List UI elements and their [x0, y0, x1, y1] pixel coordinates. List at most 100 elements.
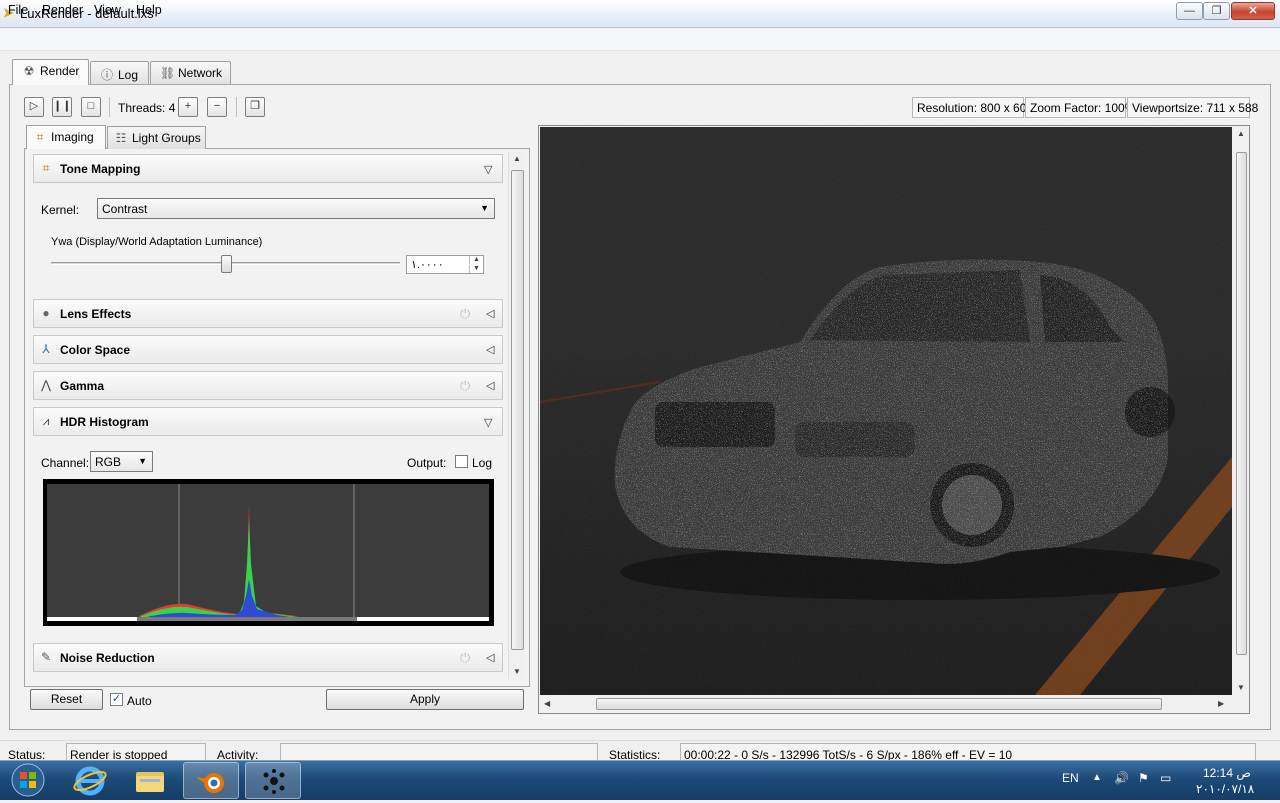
blender-icon [196, 773, 224, 793]
checkmark-icon: ✓ [111, 693, 122, 705]
scroll-thumb[interactable] [596, 698, 1162, 710]
color-space-header[interactable]: ⅄ Color Space ◁ [33, 335, 503, 364]
window-title: LuxRender - default.lxs [20, 6, 154, 21]
network-tray-icon[interactable]: ▭ [1160, 771, 1171, 785]
imaging-scrollbar[interactable]: ▲ ▼ [508, 152, 525, 679]
render-image[interactable] [540, 127, 1232, 695]
expand-icon[interactable]: ◁ [486, 343, 494, 356]
maximize-button[interactable]: ❐ [1203, 2, 1230, 20]
tab-network[interactable]: ⛓ Network [150, 61, 231, 84]
scroll-thumb[interactable] [511, 170, 524, 650]
expand-icon[interactable]: ◁ [486, 307, 494, 320]
brush-icon: ✎ [40, 650, 52, 664]
power-icon[interactable]: ⏻ [460, 378, 470, 394]
collapse-icon[interactable]: ▽ [484, 163, 492, 176]
render-noise-background [540, 127, 1232, 695]
tab-log[interactable]: ⓘ Log [90, 61, 149, 84]
apply-button[interactable]: Apply [326, 689, 524, 710]
channel-select[interactable]: RGB ▼ [90, 451, 153, 472]
log-label: Log [472, 456, 493, 470]
luxrender-app-icon [263, 769, 285, 794]
tab-light-groups[interactable]: ☷ Light Groups [107, 126, 206, 149]
power-icon[interactable]: ⏻ [460, 650, 470, 666]
menu-render[interactable]: Render [42, 3, 83, 17]
noise-reduction-header[interactable]: ✎ Noise Reduction ⏻ ◁ [33, 643, 503, 672]
menu-help[interactable]: Help [136, 3, 162, 17]
copy-to-clipboard-button[interactable]: ❐ [245, 97, 265, 117]
taskbar-blender-button[interactable] [183, 762, 239, 799]
scroll-right-icon[interactable]: ▶ [1218, 699, 1224, 708]
power-icon[interactable]: ⏻ [460, 306, 470, 322]
spin-up-icon[interactable]: ▲ [469, 256, 483, 264]
scroll-up-icon[interactable]: ▲ [1237, 129, 1245, 138]
reset-button[interactable]: Reset [30, 689, 103, 710]
lens-effects-header[interactable]: ● Lens Effects ⏻ ◁ [33, 299, 503, 328]
clipboard-icon: ❐ [250, 100, 260, 112]
expand-icon[interactable]: ◁ [486, 379, 494, 392]
action-center-flag-icon[interactable]: ⚑ [1138, 771, 1149, 785]
render-horizontal-scrollbar[interactable]: ◀ ▶ [540, 696, 1232, 712]
scroll-up-icon[interactable]: ▲ [513, 154, 521, 163]
pause-render-button[interactable]: ❙❙ [52, 97, 72, 117]
stop-render-button[interactable]: □ [81, 97, 101, 117]
start-render-button[interactable]: ▷ [24, 97, 44, 117]
spin-down-icon[interactable]: ▼ [469, 265, 483, 273]
show-hidden-icons-icon[interactable]: ▲ [1092, 772, 1102, 783]
volume-icon[interactable]: 🔊 [1114, 771, 1129, 785]
clock-time[interactable]: 12:14 ص [1203, 766, 1251, 780]
menu-file[interactable]: File [8, 3, 28, 17]
remove-thread-button[interactable]: − [207, 97, 227, 117]
tab-render[interactable]: ☢ Render [12, 59, 89, 85]
ywa-slider-handle[interactable] [221, 255, 232, 273]
tone-mapping-header[interactable]: ⌗ Tone Mapping ▽ [33, 154, 503, 183]
gamma-header[interactable]: ⋀ Gamma ⏻ ◁ [33, 371, 503, 400]
color-space-icon: ⅄ [42, 342, 50, 356]
gamma-title: Gamma [60, 379, 105, 393]
language-indicator[interactable]: EN [1062, 771, 1079, 785]
toolbar-separator [109, 97, 110, 117]
lens-effects-title: Lens Effects [60, 307, 132, 321]
ywa-spinbox[interactable]: ١.٠٠٠٠ ▲ ▼ [406, 255, 484, 274]
kernel-select[interactable]: Contrast ▼ [97, 198, 495, 219]
chevron-down-icon: ▼ [138, 456, 147, 466]
output-label: Output: [407, 456, 447, 470]
tab-render-label: Render [40, 64, 80, 78]
scroll-down-icon[interactable]: ▼ [1237, 683, 1245, 692]
color-space-title: Color Space [60, 343, 131, 357]
channel-label: Channel: [41, 456, 90, 470]
auto-checkbox[interactable]: ✓ [110, 693, 123, 706]
noise-reduction-title: Noise Reduction [60, 651, 155, 665]
hdr-histogram-header[interactable]: ⩘ HDR Histogram ▽ [33, 407, 503, 436]
minimize-button[interactable]: — [1176, 2, 1203, 20]
start-button[interactable] [2, 762, 54, 799]
scroll-thumb[interactable] [1236, 152, 1247, 655]
play-icon: ▷ [29, 100, 39, 112]
radiation-icon: ☢ [23, 64, 35, 78]
windows-logo-icon [11, 763, 45, 797]
menu-view[interactable]: View [94, 3, 121, 17]
frame-icon: ⌗ [36, 130, 44, 144]
taskbar-luxrender-button[interactable] [245, 762, 301, 799]
log-checkbox[interactable] [455, 455, 468, 468]
ywa-value: ١.٠٠٠٠ [411, 259, 444, 271]
taskbar-ie-button[interactable] [62, 762, 118, 799]
expand-icon[interactable]: ◁ [486, 651, 494, 664]
scroll-down-icon[interactable]: ▼ [513, 667, 521, 676]
tab-log-label: Log [118, 68, 139, 82]
histogram-range-bar [137, 617, 357, 621]
gamma-icon: ⋀ [41, 378, 51, 392]
channel-select-value: RGB [95, 455, 122, 469]
light-groups-icon: ☷ [115, 131, 127, 145]
tab-imaging[interactable]: ⌗ Imaging [26, 125, 106, 149]
title-bar [0, 0, 1280, 28]
minus-icon: − [213, 100, 221, 112]
scroll-left-icon[interactable]: ◀ [544, 699, 550, 708]
add-thread-button[interactable]: + [178, 97, 198, 117]
collapse-icon[interactable]: ▽ [484, 416, 492, 429]
tone-mapping-title: Tone Mapping [60, 162, 141, 176]
close-button[interactable]: ✕ [1231, 2, 1275, 20]
stop-icon: □ [87, 100, 95, 112]
clock-date[interactable]: ٢٠١٠/٠٧/١٨ [1196, 782, 1254, 796]
render-vertical-scrollbar[interactable]: ▲ ▼ [1234, 127, 1249, 695]
taskbar-explorer-button[interactable] [122, 762, 178, 799]
